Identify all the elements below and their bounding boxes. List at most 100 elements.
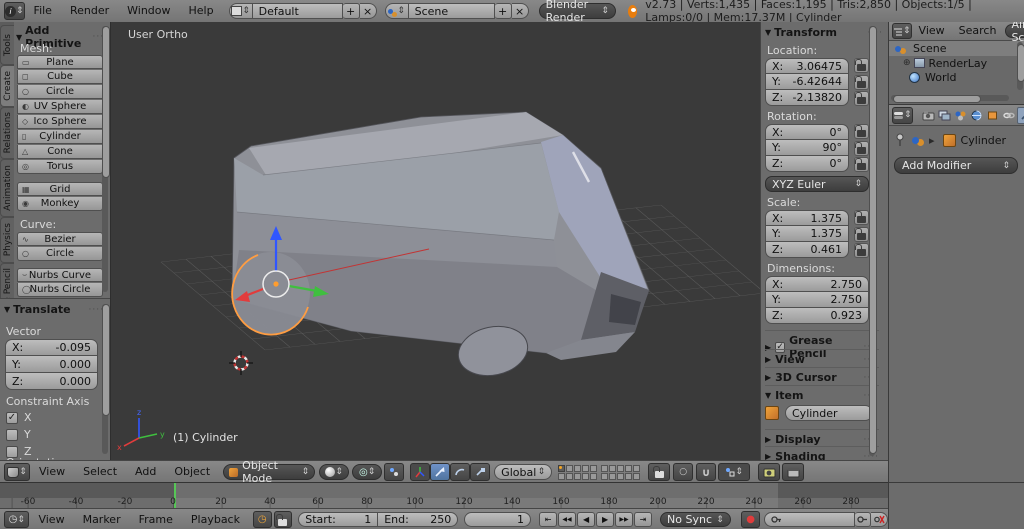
view-panel-header[interactable]: ▶ View ···· bbox=[765, 349, 879, 366]
outliner-h-scrollbar[interactable] bbox=[891, 95, 1009, 103]
outliner-row-world[interactable]: World bbox=[889, 70, 1024, 84]
add-curve-circle-button[interactable]: ○ Circle bbox=[17, 247, 103, 261]
tool-shelf-scrollbar[interactable] bbox=[102, 26, 110, 292]
editor-type-button-timeline[interactable]: ◷ ⇕ bbox=[4, 511, 30, 528]
rotation-y-field[interactable]: Y: 90° bbox=[765, 140, 849, 156]
tab-scene-icon[interactable] bbox=[953, 108, 968, 123]
location-y-field[interactable]: Y: -6.42644 bbox=[765, 74, 849, 90]
jump-to-start-button[interactable]: ⇤ bbox=[539, 512, 558, 527]
jump-to-end-button[interactable]: ⇥ bbox=[634, 512, 653, 527]
snap-toggle[interactable]: ∪ bbox=[696, 463, 717, 481]
lock-location-x-button[interactable] bbox=[854, 58, 869, 73]
proportional-edit-toggle[interactable]: ○ bbox=[673, 463, 694, 481]
shelf-tab-physics[interactable]: Physics bbox=[0, 217, 15, 263]
add-cube-button[interactable]: ◻ Cube bbox=[17, 70, 103, 84]
add-cone-button[interactable]: △ Cone bbox=[17, 145, 103, 159]
add-grid-button[interactable]: ▦ Grid bbox=[17, 182, 103, 196]
lock-location-y-button[interactable] bbox=[854, 75, 869, 90]
next-keyframe-button[interactable]: ▶▶ bbox=[615, 512, 634, 527]
lock-rotation-y-button[interactable] bbox=[854, 141, 869, 156]
sync-mode-dropdown[interactable]: No Sync ⇕ bbox=[660, 512, 731, 527]
menu-file[interactable]: File bbox=[25, 0, 61, 22]
add-nurbs-curve-button[interactable]: ⌣ Nurbs Curve bbox=[17, 268, 103, 282]
shelf-tab-relations[interactable]: Relations bbox=[0, 107, 15, 159]
timeline-menu-marker[interactable]: Marker bbox=[74, 509, 130, 529]
add-modifier-dropdown[interactable]: Add Modifier ⇕ bbox=[894, 157, 1018, 174]
translate-x-field[interactable]: X: -0.095 bbox=[5, 339, 98, 356]
cursor-3d[interactable] bbox=[229, 351, 253, 375]
menu-select[interactable]: Select bbox=[74, 461, 126, 483]
operator-panel-scrollbar[interactable] bbox=[102, 304, 110, 454]
dimensions-y-field[interactable]: Y: 2.750 bbox=[765, 292, 869, 308]
outliner-row-scene[interactable]: Scene bbox=[889, 41, 1024, 56]
scene-icon-button[interactable]: ⇕ bbox=[384, 3, 409, 19]
render-engine-dropdown[interactable]: Blender Render ⇕ bbox=[538, 0, 616, 24]
constraint-y-checkbox[interactable]: Y bbox=[6, 428, 31, 441]
add-circle-button[interactable]: ○ Circle bbox=[17, 85, 103, 99]
shading-panel-header[interactable]: ▶ Shading ···· bbox=[765, 446, 879, 460]
outliner-menu-search[interactable]: Search bbox=[952, 22, 1004, 40]
scale-z-field[interactable]: Z: 0.461 bbox=[765, 242, 849, 258]
insert-keyframe-button[interactable] bbox=[854, 512, 872, 527]
delete-keyframe-button[interactable] bbox=[871, 512, 888, 527]
previous-keyframe-button[interactable]: ◀◀ bbox=[558, 512, 577, 527]
start-frame-field[interactable]: Start: 1 bbox=[298, 512, 379, 527]
lock-location-z-button[interactable] bbox=[854, 91, 869, 106]
shelf-tab-animation[interactable]: Animation bbox=[0, 159, 15, 217]
menu-add[interactable]: Add bbox=[126, 461, 165, 483]
rotation-x-field[interactable]: X: 0° bbox=[765, 124, 849, 140]
display-panel-header[interactable]: ▶ Display ···· bbox=[765, 429, 879, 446]
manipulator-rotate-toggle[interactable] bbox=[450, 463, 471, 481]
layers-block-1[interactable] bbox=[558, 464, 598, 480]
menu-render[interactable]: Render bbox=[61, 0, 118, 22]
timeline-canvas[interactable]: -60 -40 -20 0 20 40 60 80 100 120 140 16… bbox=[0, 482, 888, 509]
manipulate-center-points-toggle[interactable] bbox=[384, 463, 405, 481]
lock-time-toggle[interactable] bbox=[273, 511, 293, 528]
manipulator-translate-toggle[interactable] bbox=[430, 463, 451, 481]
close-scene-button[interactable]: × bbox=[511, 3, 529, 19]
scene-name-field[interactable]: Scene bbox=[408, 3, 495, 19]
tab-constraints-icon[interactable] bbox=[1001, 108, 1016, 123]
opengl-render-button[interactable] bbox=[758, 463, 781, 481]
viewport-3d[interactable]: z y x User Ortho (1) Cylinder bbox=[110, 22, 761, 460]
rotation-mode-dropdown[interactable]: XYZ Euler ⇕ bbox=[765, 176, 869, 192]
editor-type-button-outliner[interactable]: ⇕ bbox=[892, 23, 912, 39]
snap-element-dropdown[interactable]: ⇕ bbox=[718, 463, 751, 481]
breadcrumb-object-icon[interactable] bbox=[942, 133, 956, 147]
current-frame-field[interactable]: 1 bbox=[464, 512, 532, 527]
manipulator-scale-toggle[interactable] bbox=[470, 463, 491, 481]
pivot-point-dropdown[interactable]: ◎ ⇕ bbox=[352, 464, 383, 480]
shelf-tab-tools[interactable]: Tools bbox=[0, 25, 15, 65]
add-torus-button[interactable]: ◎ Torus bbox=[17, 160, 103, 174]
tab-object-icon[interactable] bbox=[985, 108, 1000, 123]
auto-keyframe-record-button[interactable]: ● bbox=[740, 511, 761, 528]
screen-layout-name-field[interactable]: Default bbox=[252, 3, 343, 19]
add-nurbs-circle-button[interactable]: ◯ Nurbs Circle bbox=[17, 283, 103, 297]
dimensions-z-field[interactable]: Z: 0.923 bbox=[765, 308, 869, 324]
shelf-tab-create[interactable]: Create bbox=[0, 65, 15, 107]
lock-to-scene-toggle[interactable] bbox=[648, 463, 671, 481]
lock-rotation-x-button[interactable] bbox=[854, 124, 869, 139]
tab-world-icon[interactable] bbox=[969, 108, 984, 123]
timeline-menu-playback[interactable]: Playback bbox=[182, 509, 249, 529]
transform-orientation-dropdown[interactable]: Global ⇕ bbox=[494, 464, 553, 480]
use-preview-range-toggle[interactable]: ◷ bbox=[252, 511, 272, 528]
pin-icon[interactable] bbox=[894, 133, 906, 147]
tab-render-icon[interactable] bbox=[921, 108, 936, 123]
add-layout-button[interactable]: + bbox=[342, 3, 360, 19]
translate-panel-header[interactable]: ▼ Translate ···· bbox=[4, 303, 104, 316]
lock-scale-x-button[interactable] bbox=[854, 210, 869, 225]
menu-view[interactable]: View bbox=[30, 461, 74, 483]
layers-block-2[interactable] bbox=[601, 464, 641, 480]
cursor-3d-panel-header[interactable]: ▶ 3D Cursor ···· bbox=[765, 367, 879, 384]
lock-scale-z-button[interactable] bbox=[854, 243, 869, 258]
play-button[interactable]: ▶ bbox=[596, 512, 615, 527]
n-panel-scrollbar[interactable] bbox=[869, 26, 877, 456]
item-panel-header[interactable]: ▼ Item ···· bbox=[765, 385, 879, 402]
add-monkey-button[interactable]: ◉ Monkey bbox=[17, 197, 103, 211]
rotation-z-field[interactable]: Z: 0° bbox=[765, 156, 849, 172]
dimensions-x-field[interactable]: X: 2.750 bbox=[765, 276, 869, 292]
menu-object[interactable]: Object bbox=[165, 461, 219, 483]
layer-1-active[interactable] bbox=[558, 464, 566, 472]
van-model[interactable] bbox=[111, 22, 650, 360]
